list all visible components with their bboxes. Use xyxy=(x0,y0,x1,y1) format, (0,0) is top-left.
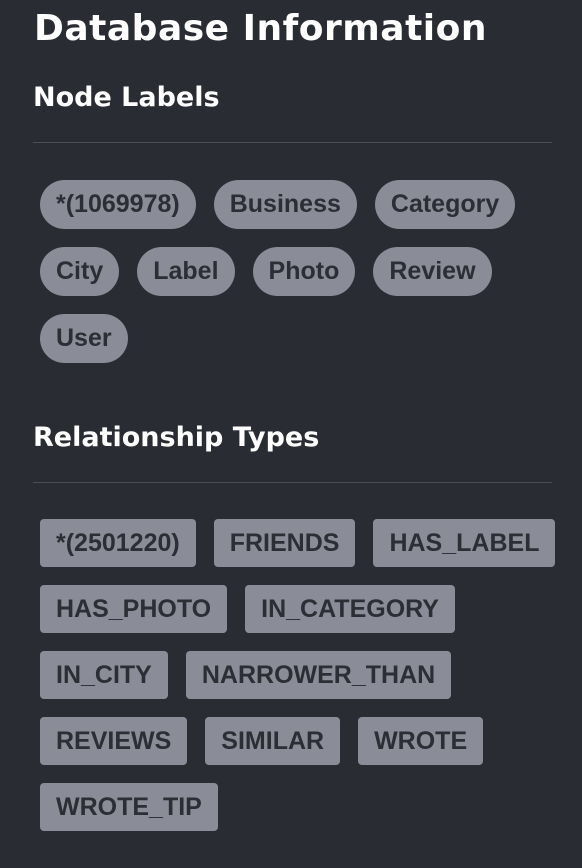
node-label-chip-photo[interactable]: Photo xyxy=(252,247,356,296)
relationship-types-heading: Relationship Types xyxy=(33,422,320,453)
node-label-chip-business[interactable]: Business xyxy=(213,180,357,229)
node-label-chip-all[interactable]: *(1069978) xyxy=(40,180,196,229)
relationship-chip-similar[interactable]: SIMILAR xyxy=(205,717,341,765)
relationship-chip-reviews[interactable]: REVIEWS xyxy=(40,717,188,765)
relationship-chip-in-category[interactable]: IN_CATEGORY xyxy=(245,585,455,633)
relationship-types-list: *(2501220) FRIENDS HAS_LABEL HAS_PHOTO I… xyxy=(40,519,560,831)
relationship-chip-in-city[interactable]: IN_CITY xyxy=(40,651,168,699)
node-labels-list: *(1069978) Business Category City Label … xyxy=(40,180,560,363)
node-labels-heading: Node Labels xyxy=(33,82,220,113)
node-label-chip-city[interactable]: City xyxy=(40,247,120,296)
panel-title: Database Information xyxy=(34,8,488,49)
relationship-chip-has-photo[interactable]: HAS_PHOTO xyxy=(40,585,228,633)
relationship-chip-wrote[interactable]: WROTE xyxy=(358,717,484,765)
node-label-chip-review[interactable]: Review xyxy=(373,247,492,296)
node-label-chip-user[interactable]: User xyxy=(40,314,128,363)
database-information-panel: Database Information Node Labels *(10699… xyxy=(0,0,582,868)
relationship-types-divider xyxy=(33,482,552,483)
node-label-chip-category[interactable]: Category xyxy=(374,180,516,229)
relationship-chip-has-label[interactable]: HAS_LABEL xyxy=(373,519,556,567)
relationship-chip-wrote-tip[interactable]: WROTE_TIP xyxy=(40,783,218,831)
node-labels-divider xyxy=(33,142,552,143)
relationship-chip-all[interactable]: *(2501220) xyxy=(40,519,196,567)
relationship-chip-narrower-than[interactable]: NARROWER_THAN xyxy=(185,651,452,699)
node-label-chip-label[interactable]: Label xyxy=(137,247,235,296)
relationship-chip-friends[interactable]: FRIENDS xyxy=(213,519,356,567)
